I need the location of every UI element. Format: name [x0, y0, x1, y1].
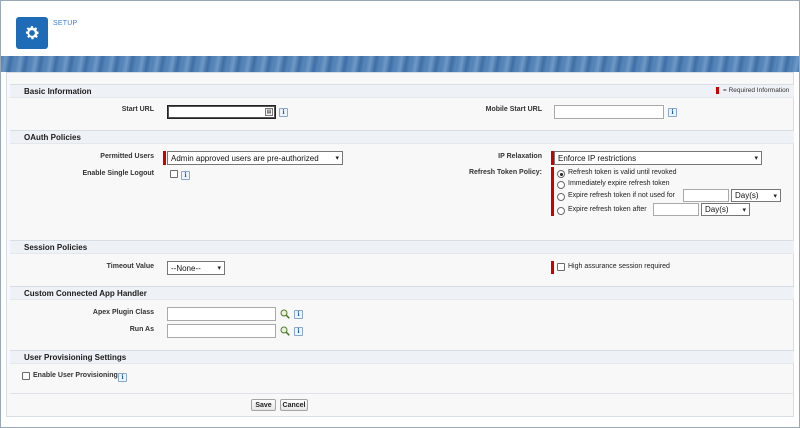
- timeout-value-label: Timeout Value: [106, 263, 154, 270]
- save-button[interactable]: Save: [251, 399, 276, 411]
- apex-plugin-info-icon[interactable]: i: [294, 310, 303, 319]
- ip-relaxation-value: Enforce IP restrictions: [558, 153, 637, 163]
- mobile-start-url-label: Mobile Start URL: [485, 106, 542, 113]
- run-as-input[interactable]: [167, 324, 276, 338]
- setup-tile: [16, 17, 48, 49]
- apex-plugin-class-label: Apex Plugin Class: [92, 309, 154, 316]
- section-basic-information: Basic Information: [10, 84, 794, 98]
- chevron-down-icon: ▾: [217, 265, 221, 272]
- mobile-start-url-info-icon[interactable]: i: [668, 108, 677, 117]
- enable-single-logout-label: Enable Single Logout: [82, 170, 154, 177]
- divider: [10, 393, 794, 394]
- ip-relaxation-select[interactable]: Enforce IP restrictions ▾: [554, 151, 762, 165]
- section-custom-app-handler: Custom Connected App Handler: [10, 286, 794, 300]
- after-unit-value: Day(s): [705, 205, 729, 214]
- enable-user-provisioning-checkbox[interactable]: [22, 372, 30, 380]
- required-indicator: [551, 261, 554, 274]
- refresh-option-radio[interactable]: [557, 193, 565, 201]
- after-duration-input[interactable]: [653, 203, 699, 216]
- mobile-start-url-input[interactable]: [554, 105, 664, 119]
- permitted-users-value: Admin approved users are pre-authorized: [171, 153, 319, 163]
- high-assurance-label: High assurance session required: [568, 263, 670, 270]
- run-as-label: Run As: [129, 326, 154, 333]
- start-url-label: Start URL: [121, 106, 154, 113]
- timeout-value-select[interactable]: --None-- ▾: [167, 261, 225, 275]
- after-unit-select[interactable]: Day(s) ▾: [701, 203, 750, 216]
- chevron-down-icon: ▾: [742, 206, 746, 214]
- chevron-down-icon: ▾: [754, 155, 758, 162]
- single-logout-info-icon[interactable]: i: [181, 171, 190, 180]
- required-indicator: [716, 87, 719, 94]
- unused-duration-input[interactable]: [683, 189, 729, 202]
- refresh-option-radio[interactable]: [557, 207, 565, 215]
- timeout-value: --None--: [171, 263, 201, 273]
- refresh-option-radio[interactable]: [557, 181, 565, 189]
- apex-plugin-class-input[interactable]: [167, 307, 276, 321]
- section-session-policies: Session Policies: [10, 240, 794, 254]
- section-oauth-policies: OAuth Policies: [10, 130, 794, 144]
- refresh-option-label: Refresh token is valid until revoked: [568, 169, 677, 176]
- refresh-option-label: Expire refresh token if not used for: [568, 192, 675, 199]
- run-as-info-icon[interactable]: i: [294, 327, 303, 336]
- ip-relaxation-label: IP Relaxation: [498, 153, 542, 160]
- permitted-users-select[interactable]: Admin approved users are pre-authorized …: [167, 151, 343, 165]
- chevron-down-icon: ▾: [773, 192, 777, 200]
- high-assurance-checkbox[interactable]: [557, 263, 565, 271]
- refresh-option-label: Expire refresh token after: [568, 206, 647, 213]
- enable-single-logout-checkbox[interactable]: [170, 170, 178, 178]
- permitted-users-label: Permitted Users: [100, 153, 154, 160]
- lookup-icon[interactable]: [280, 326, 290, 336]
- user-provisioning-info-icon[interactable]: i: [118, 373, 127, 382]
- page-title: SETUP: [53, 20, 78, 27]
- header-banner: [1, 56, 799, 72]
- cancel-button[interactable]: Cancel: [280, 399, 308, 411]
- autofill-icon[interactable]: ▤: [265, 108, 273, 116]
- start-url-input[interactable]: [167, 105, 276, 119]
- refresh-option-label: Immediately expire refresh token: [568, 180, 670, 187]
- required-legend: = Required Information: [723, 87, 790, 94]
- lookup-icon[interactable]: [280, 309, 290, 319]
- required-indicator: [551, 167, 554, 216]
- section-user-provisioning: User Provisioning Settings: [10, 350, 794, 364]
- refresh-option-radio[interactable]: [557, 170, 565, 178]
- unused-unit-select[interactable]: Day(s) ▾: [731, 189, 781, 202]
- chevron-down-icon: ▾: [335, 155, 339, 162]
- start-url-info-icon[interactable]: i: [279, 108, 288, 117]
- required-indicator: [163, 151, 166, 165]
- enable-user-provisioning-label: Enable User Provisioning: [33, 372, 118, 379]
- page-header: SETUP: [1, 1, 799, 63]
- gear-icon: [25, 26, 40, 40]
- refresh-token-policy-label: Refresh Token Policy:: [468, 169, 542, 176]
- unused-unit-value: Day(s): [735, 191, 759, 200]
